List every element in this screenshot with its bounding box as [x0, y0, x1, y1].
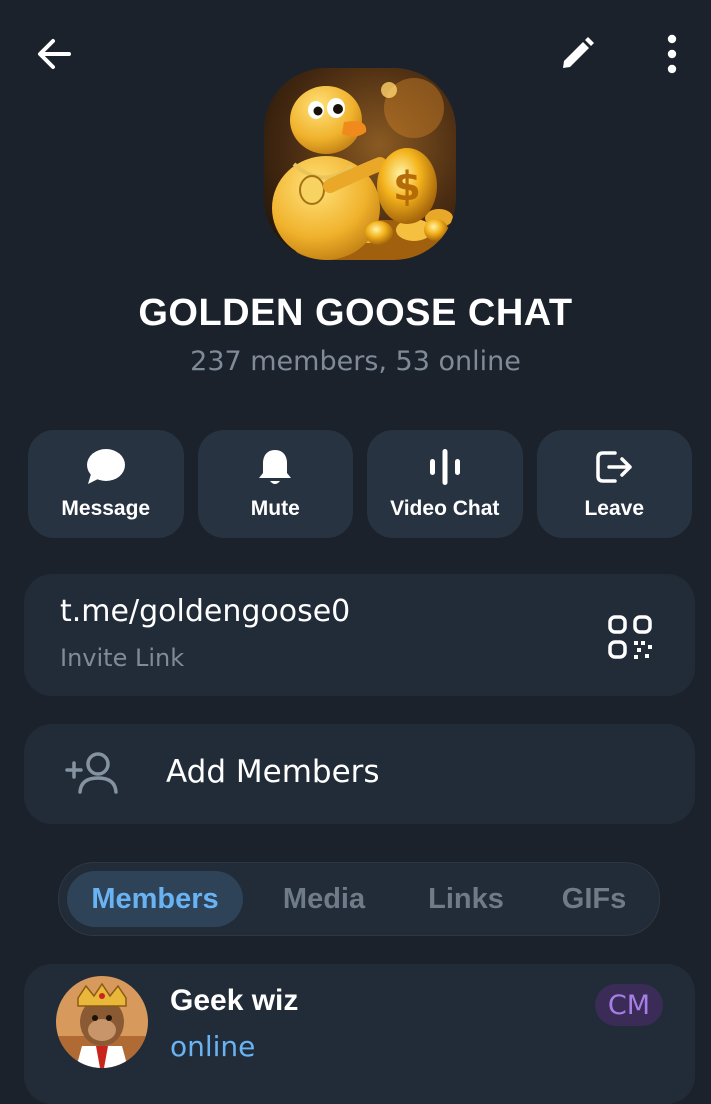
mute-button[interactable]: Mute: [197, 430, 353, 538]
add-user-icon: [65, 752, 118, 794]
message-icon: [86, 449, 125, 484]
member-row[interactable]: Geek wiz online CM: [24, 964, 695, 1104]
tab-members[interactable]: Members: [67, 871, 243, 927]
edit-button[interactable]: [542, 22, 612, 86]
add-members-button[interactable]: Add Members: [24, 724, 695, 824]
invite-link[interactable]: t.me/goldengoose0: [60, 594, 350, 629]
action-bar: Message Mute Video Chat Leave: [28, 430, 692, 538]
bell-icon: [259, 450, 292, 484]
chat-avatar[interactable]: $: [264, 68, 456, 260]
member-status: online: [170, 1030, 256, 1063]
leave-button[interactable]: Leave: [536, 430, 692, 538]
back-button[interactable]: [20, 22, 90, 86]
add-members-label: Add Members: [166, 754, 380, 790]
svg-text:$: $: [393, 164, 421, 210]
qr-code-button[interactable]: [605, 612, 655, 662]
more-vertical-icon: [667, 34, 677, 74]
member-role-badge: CM: [595, 984, 663, 1026]
profile-tabs: Members Media Links GIFs: [58, 862, 660, 936]
video-chat-button[interactable]: Video Chat: [367, 430, 523, 538]
qr-code-icon: [608, 615, 652, 659]
invite-link-card[interactable]: t.me/goldengoose0 Invite Link: [24, 574, 695, 696]
message-button[interactable]: Message: [28, 430, 184, 538]
leave-button-label: Leave: [584, 497, 645, 520]
chat-title: GOLDEN GOOSE CHAT: [138, 292, 573, 334]
mute-button-label: Mute: [250, 497, 300, 520]
arrow-left-icon: [38, 39, 71, 69]
tab-media[interactable]: Media: [255, 871, 393, 927]
ape-avatar-image: [56, 976, 148, 1068]
member-name: Geek wiz: [170, 984, 299, 1017]
more-button[interactable]: [640, 22, 704, 86]
tab-links[interactable]: Links: [405, 871, 527, 927]
leave-icon: [596, 451, 632, 483]
invite-link-label: Invite Link: [60, 644, 185, 672]
pencil-icon: [563, 37, 594, 68]
avatar[interactable]: [56, 976, 148, 1068]
video-chat-button-label: Video Chat: [390, 497, 500, 520]
chat-subtitle: 237 members, 53 online: [190, 346, 521, 377]
message-button-label: Message: [61, 497, 151, 520]
golden-goose-avatar-image: $: [264, 68, 456, 260]
voice-chat-icon: [429, 449, 460, 485]
tab-gifs[interactable]: GIFs: [537, 871, 651, 927]
